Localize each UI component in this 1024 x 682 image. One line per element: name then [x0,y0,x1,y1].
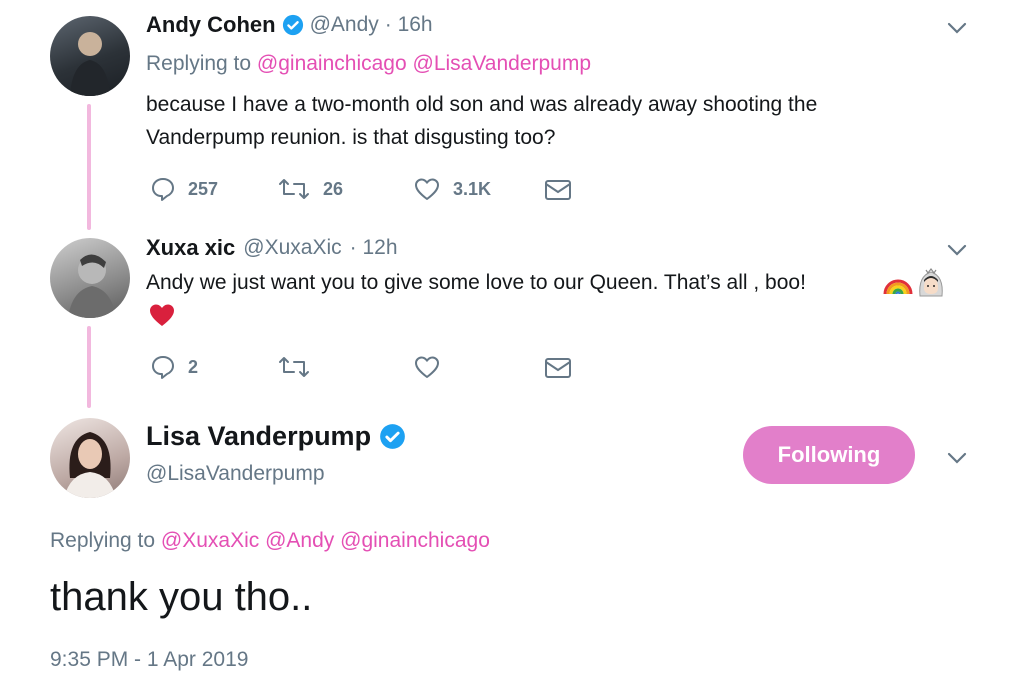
tweet-header-andy: Andy Cohen @Andy · 16h [146,12,433,38]
mention-link[interactable]: @ginainchicago [257,52,407,75]
like-button[interactable]: 3.1K [413,176,491,202]
avatar-xuxa[interactable] [50,238,130,318]
verified-badge-icon [380,424,405,449]
user-handle[interactable]: @LisaVanderpump [146,462,325,486]
display-name[interactable]: Lisa Vanderpump [146,421,371,452]
mention-link[interactable]: @XuxaXic [161,529,259,552]
display-name[interactable]: Xuxa xic [146,235,235,261]
mention-link[interactable]: @LisaVanderpump [413,52,592,75]
mention-link[interactable]: @Andy [265,529,334,552]
retweet-button[interactable]: 26 [277,176,343,202]
tweet-timestamp[interactable]: 9:35 PM - 1 Apr 2019 [50,648,248,672]
verified-badge-icon [282,14,303,36]
replying-to: Replying to @ginainchicago @LisaVanderpu… [146,52,591,76]
like-icon [415,356,439,378]
heart-emoji [150,304,174,326]
retweet-icon [279,179,309,199]
tweet-text-line: because I have a two-month old son and w… [146,93,818,116]
dm-icon [545,358,571,378]
tweet-text-line: Andy we just want you to give some love … [146,271,806,294]
avatar-lisa-silhouette [64,432,116,498]
tweet-text-line: Vanderpump reunion. is that disgusting t… [146,126,556,149]
reply-button[interactable]: 257 [150,176,218,202]
replying-prefix: Replying to [146,52,252,75]
mention-link[interactable]: @ginainchicago [340,529,490,552]
main-tweet-header: Lisa Vanderpump [146,421,406,452]
display-name[interactable]: Andy Cohen [146,12,276,38]
like-button[interactable] [413,354,441,380]
tweet-time[interactable]: · 16h [385,13,433,37]
avatar-xuxa-silhouette [68,254,116,318]
reply-count: 2 [188,356,199,377]
tweet-text: Andy we just want you to give some love … [146,266,946,299]
tweet-header-xuxa: Xuxa xic @XuxaXic · 12h [146,235,398,261]
reply-icon [152,356,174,379]
retweet-button[interactable] [277,354,311,380]
direct-message-button[interactable] [544,178,572,202]
reply-count: 257 [188,178,219,199]
avatar-andy-silhouette [70,32,110,96]
thread-line [87,104,91,230]
main-tweet-text: thank you tho.. [50,575,313,619]
retweet-icon [279,357,309,377]
like-count: 3.1K [453,178,492,199]
user-handle[interactable]: @XuxaXic [243,236,341,260]
chevron-down-icon[interactable] [946,450,968,466]
following-button[interactable]: Following [743,426,915,484]
tweet-time[interactable]: · 12h [350,236,398,260]
reply-button[interactable]: 2 [150,354,198,380]
dm-icon [545,180,571,200]
thread-line [87,326,91,408]
user-handle[interactable]: @Andy [310,13,379,37]
chevron-down-icon[interactable] [946,20,968,36]
rainbow-emoji [883,279,913,295]
like-icon [415,178,439,200]
reply-icon [152,178,174,201]
bride-emoji [919,268,943,297]
avatar-lisa[interactable] [50,418,130,498]
replying-prefix: Replying to [50,529,156,552]
tweet-text: because I have a two-month old son and w… [146,88,946,154]
avatar-andy[interactable] [50,16,130,96]
replying-to: Replying to @XuxaXic @Andy @ginainchicag… [50,529,490,553]
retweet-count: 26 [323,178,344,199]
direct-message-button[interactable] [544,356,572,380]
chevron-down-icon[interactable] [946,242,968,258]
